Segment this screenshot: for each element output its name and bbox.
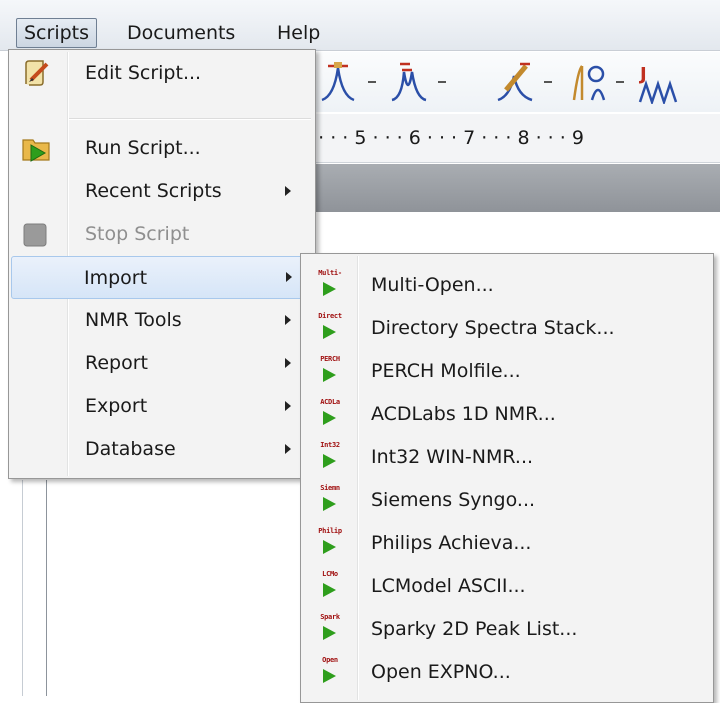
menu-item-database[interactable]: Database xyxy=(11,428,313,471)
submenu-arrow-icon xyxy=(285,444,291,454)
submenu-arrow-icon xyxy=(286,272,292,282)
lcmodel-script-icon: LCMo xyxy=(315,569,345,603)
menu-item-report[interactable]: Report xyxy=(11,342,313,385)
submenu-item-multi-open[interactable]: Multi- Multi-Open... xyxy=(303,264,711,307)
philips-script-icon: Philip xyxy=(315,526,345,560)
perch-molfile-label: PERCH Molfile... xyxy=(371,360,521,382)
philips-achieva-label: Philips Achieva... xyxy=(371,532,532,554)
menu-item-stop-script[interactable]: Stop Script xyxy=(11,213,313,256)
acdlabs-1d-nmr-label: ACDLabs 1D NMR... xyxy=(371,403,556,425)
menu-item-nmr-tools[interactable]: NMR Tools xyxy=(11,299,313,342)
document-page-edge xyxy=(46,480,47,696)
stop-script-icon xyxy=(23,223,47,252)
stop-script-label: Stop Script xyxy=(85,223,190,245)
lcmodel-ascii-label: LCModel ASCII... xyxy=(371,575,526,597)
document-border xyxy=(22,480,23,696)
ruler-scale: 4 · · · 5 · · · 6 · · · 7 · · · 8 · · · … xyxy=(300,127,584,149)
submenu-item-siemens-syngo[interactable]: Siemn Siemens Syngo... xyxy=(303,479,711,522)
nmr-tools-label: NMR Tools xyxy=(85,309,182,331)
run-script-label: Run Script... xyxy=(85,137,201,159)
run-script-icon xyxy=(21,134,51,169)
submenu-item-philips-achieva[interactable]: Philip Philips Achieva... xyxy=(303,522,711,565)
sparky-script-icon: Spark xyxy=(315,612,345,646)
submenu-item-int32-win-nmr[interactable]: Int32 Int32 WIN-NMR... xyxy=(303,436,711,479)
import-label: Import xyxy=(84,267,148,289)
scripts-menu: Edit Script... Run Script... Recent Scri… xyxy=(8,49,316,479)
submenu-item-directory-spectra-stack[interactable]: Direct Directory Spectra Stack... xyxy=(303,307,711,350)
acdlabs-script-icon: ACDLa xyxy=(315,397,345,431)
siemens-script-icon: Siemn xyxy=(315,483,345,517)
int32-win-nmr-label: Int32 WIN-NMR... xyxy=(371,446,534,468)
database-label: Database xyxy=(85,438,176,460)
directory-spectra-stack-label: Directory Spectra Stack... xyxy=(371,317,615,339)
menu-separator xyxy=(69,118,311,120)
multi-open-script-icon: Multi- xyxy=(315,268,345,302)
svg-text:J: J xyxy=(638,64,647,85)
submenu-arrow-icon xyxy=(285,358,291,368)
menu-item-export[interactable]: Export xyxy=(11,385,313,428)
multiplet-tool-icon[interactable] xyxy=(388,60,458,104)
sparky-2d-peak-list-label: Sparky 2D Peak List... xyxy=(371,618,578,640)
j-coupling-tool-icon[interactable]: J xyxy=(638,60,698,104)
menu-scripts[interactable]: Scripts xyxy=(16,18,98,48)
recent-scripts-label: Recent Scripts xyxy=(85,180,222,202)
fit-tool-icon[interactable] xyxy=(568,60,638,104)
perch-script-icon: PERCH xyxy=(315,354,345,388)
menu-item-import[interactable]: Import xyxy=(11,256,313,299)
toolbar: J xyxy=(300,52,720,112)
directory-spectra-script-icon: Direct xyxy=(315,311,345,345)
submenu-item-open-expno[interactable]: Open Open EXPNO... xyxy=(303,651,711,694)
menu-help[interactable]: Help xyxy=(270,18,327,48)
submenu-arrow-icon xyxy=(285,315,291,325)
menu-documents[interactable]: Documents xyxy=(120,18,242,48)
siemens-syngo-label: Siemens Syngo... xyxy=(371,489,536,511)
submenu-item-perch-molfile[interactable]: PERCH PERCH Molfile... xyxy=(303,350,711,393)
edit-script-icon xyxy=(21,58,51,93)
ruler: 4 · · · 5 · · · 6 · · · 7 · · · 8 · · · … xyxy=(300,114,720,163)
open-expno-script-icon: Open xyxy=(315,655,345,689)
export-label: Export xyxy=(85,395,148,417)
peak-pick-tool-icon[interactable] xyxy=(318,60,388,104)
int32-script-icon: Int32 xyxy=(315,440,345,474)
submenu-item-lcmodel-ascii[interactable]: LCMo LCModel ASCII... xyxy=(303,565,711,608)
menu-item-run-script[interactable]: Run Script... xyxy=(11,127,313,170)
edit-script-label: Edit Script... xyxy=(85,62,202,84)
menu-item-edit-script[interactable]: Edit Script... xyxy=(11,52,313,95)
import-submenu: Multi- Multi-Open... Direct Directory Sp… xyxy=(300,253,714,703)
submenu-arrow-icon xyxy=(285,401,291,411)
report-label: Report xyxy=(85,352,148,374)
menu-bar: Scripts Documents Help xyxy=(0,0,720,51)
submenu-item-acdlabs-1d-nmr[interactable]: ACDLa ACDLabs 1D NMR... xyxy=(303,393,711,436)
integration-tool-icon[interactable] xyxy=(496,60,566,104)
multi-open-label: Multi-Open... xyxy=(371,274,494,296)
submenu-arrow-icon xyxy=(285,186,291,196)
menu-item-recent-scripts[interactable]: Recent Scripts xyxy=(11,170,313,213)
open-expno-label: Open EXPNO... xyxy=(371,661,511,683)
submenu-item-sparky-2d-peak-list[interactable]: Spark Sparky 2D Peak List... xyxy=(303,608,711,651)
document-title-bar xyxy=(300,164,720,212)
